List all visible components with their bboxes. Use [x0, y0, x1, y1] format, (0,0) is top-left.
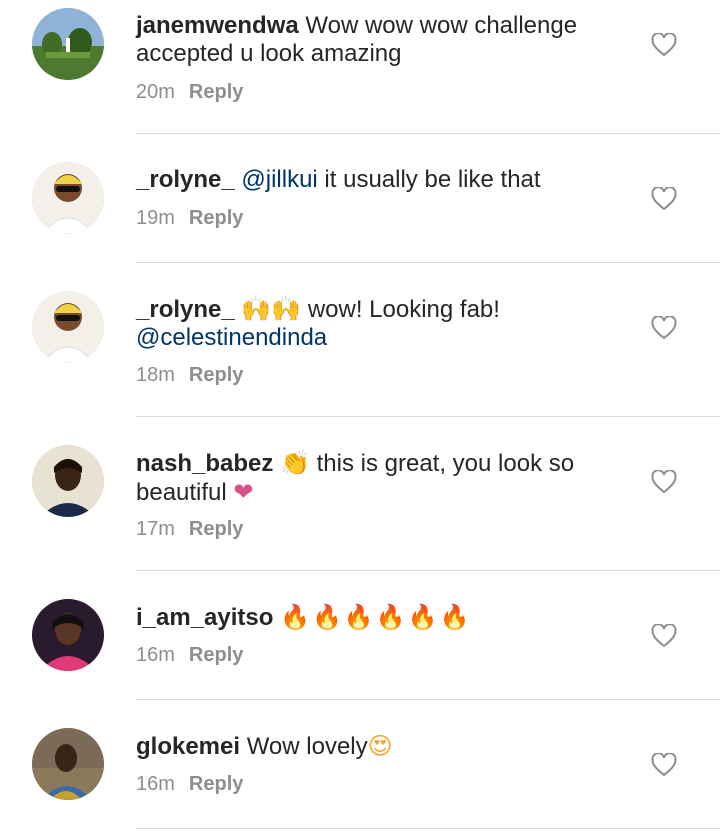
username[interactable]: janemwendwa	[136, 12, 299, 39]
timestamp: 19m	[136, 207, 175, 229]
heart-eyes-emoji: 😍	[367, 732, 393, 760]
comment-meta: 20m Reply	[136, 81, 243, 104]
username[interactable]: glokemei	[136, 733, 240, 760]
reply-button[interactable]: Reply	[189, 773, 243, 795]
timestamp: 20m	[136, 81, 175, 103]
like-heart-icon[interactable]	[651, 470, 677, 494]
comment-text: i_am_ayitso 🔥🔥🔥🔥🔥🔥	[136, 603, 626, 632]
divider	[136, 570, 720, 571]
comment-text: _rolyne_ @jillkui it usually be like tha…	[136, 166, 626, 194]
timestamp: 18m	[136, 364, 175, 386]
avatar[interactable]	[32, 445, 104, 517]
mention-link[interactable]: @celestinendinda	[136, 324, 327, 351]
like-heart-icon[interactable]	[651, 33, 677, 57]
avatar[interactable]	[32, 599, 104, 671]
comment-text: janemwendwa Wow wow wow challenge accept…	[136, 12, 626, 68]
like-heart-icon[interactable]	[651, 753, 677, 777]
comment-meta: 16m Reply	[136, 644, 243, 667]
username[interactable]: i_am_ayitso	[136, 604, 273, 631]
reply-button[interactable]: Reply	[189, 81, 243, 103]
divider	[136, 262, 720, 263]
username[interactable]: _rolyne_	[136, 166, 235, 193]
reply-button[interactable]: Reply	[189, 644, 243, 666]
comment-meta: 16m Reply	[136, 773, 243, 796]
timestamp: 16m	[136, 773, 175, 795]
username[interactable]: _rolyne_	[136, 296, 235, 323]
like-heart-icon[interactable]	[651, 187, 677, 211]
mention-link[interactable]: @jillkui	[241, 166, 317, 193]
divider	[136, 699, 720, 700]
comment-meta: 19m Reply	[136, 207, 243, 230]
raised-hands-emoji: 🙌🙌	[241, 295, 302, 323]
username[interactable]: nash_babez	[136, 450, 273, 477]
comment-text: _rolyne_ 🙌🙌 wow! Looking fab! @celestine…	[136, 295, 626, 352]
comment-text: nash_babez 👏 this is great, you look so …	[136, 449, 626, 507]
comment-meta: 18m Reply	[136, 364, 243, 387]
reply-button[interactable]: Reply	[189, 207, 243, 229]
avatar[interactable]	[32, 162, 104, 234]
like-heart-icon[interactable]	[651, 316, 677, 340]
timestamp: 17m	[136, 518, 175, 540]
comment-meta: 17m Reply	[136, 518, 243, 541]
fire-emoji: 🔥🔥🔥🔥🔥🔥	[280, 603, 472, 631]
reply-button[interactable]: Reply	[189, 364, 243, 386]
divider	[136, 828, 720, 829]
timestamp: 16m	[136, 644, 175, 666]
avatar[interactable]	[32, 291, 104, 363]
comment-message: wow! Looking fab!	[301, 296, 500, 323]
avatar[interactable]	[32, 728, 104, 800]
like-heart-icon[interactable]	[651, 624, 677, 648]
comment-text: glokemei Wow lovely😍	[136, 732, 626, 761]
divider	[136, 416, 720, 417]
comment-message: Wow lovely	[240, 733, 368, 760]
clapping-hands-emoji: 👏	[280, 449, 310, 477]
comment-message: it usually be like that	[317, 166, 541, 193]
heart-emoji: ❤	[233, 478, 254, 506]
divider	[136, 133, 720, 134]
avatar[interactable]	[32, 8, 104, 80]
reply-button[interactable]: Reply	[189, 518, 243, 540]
